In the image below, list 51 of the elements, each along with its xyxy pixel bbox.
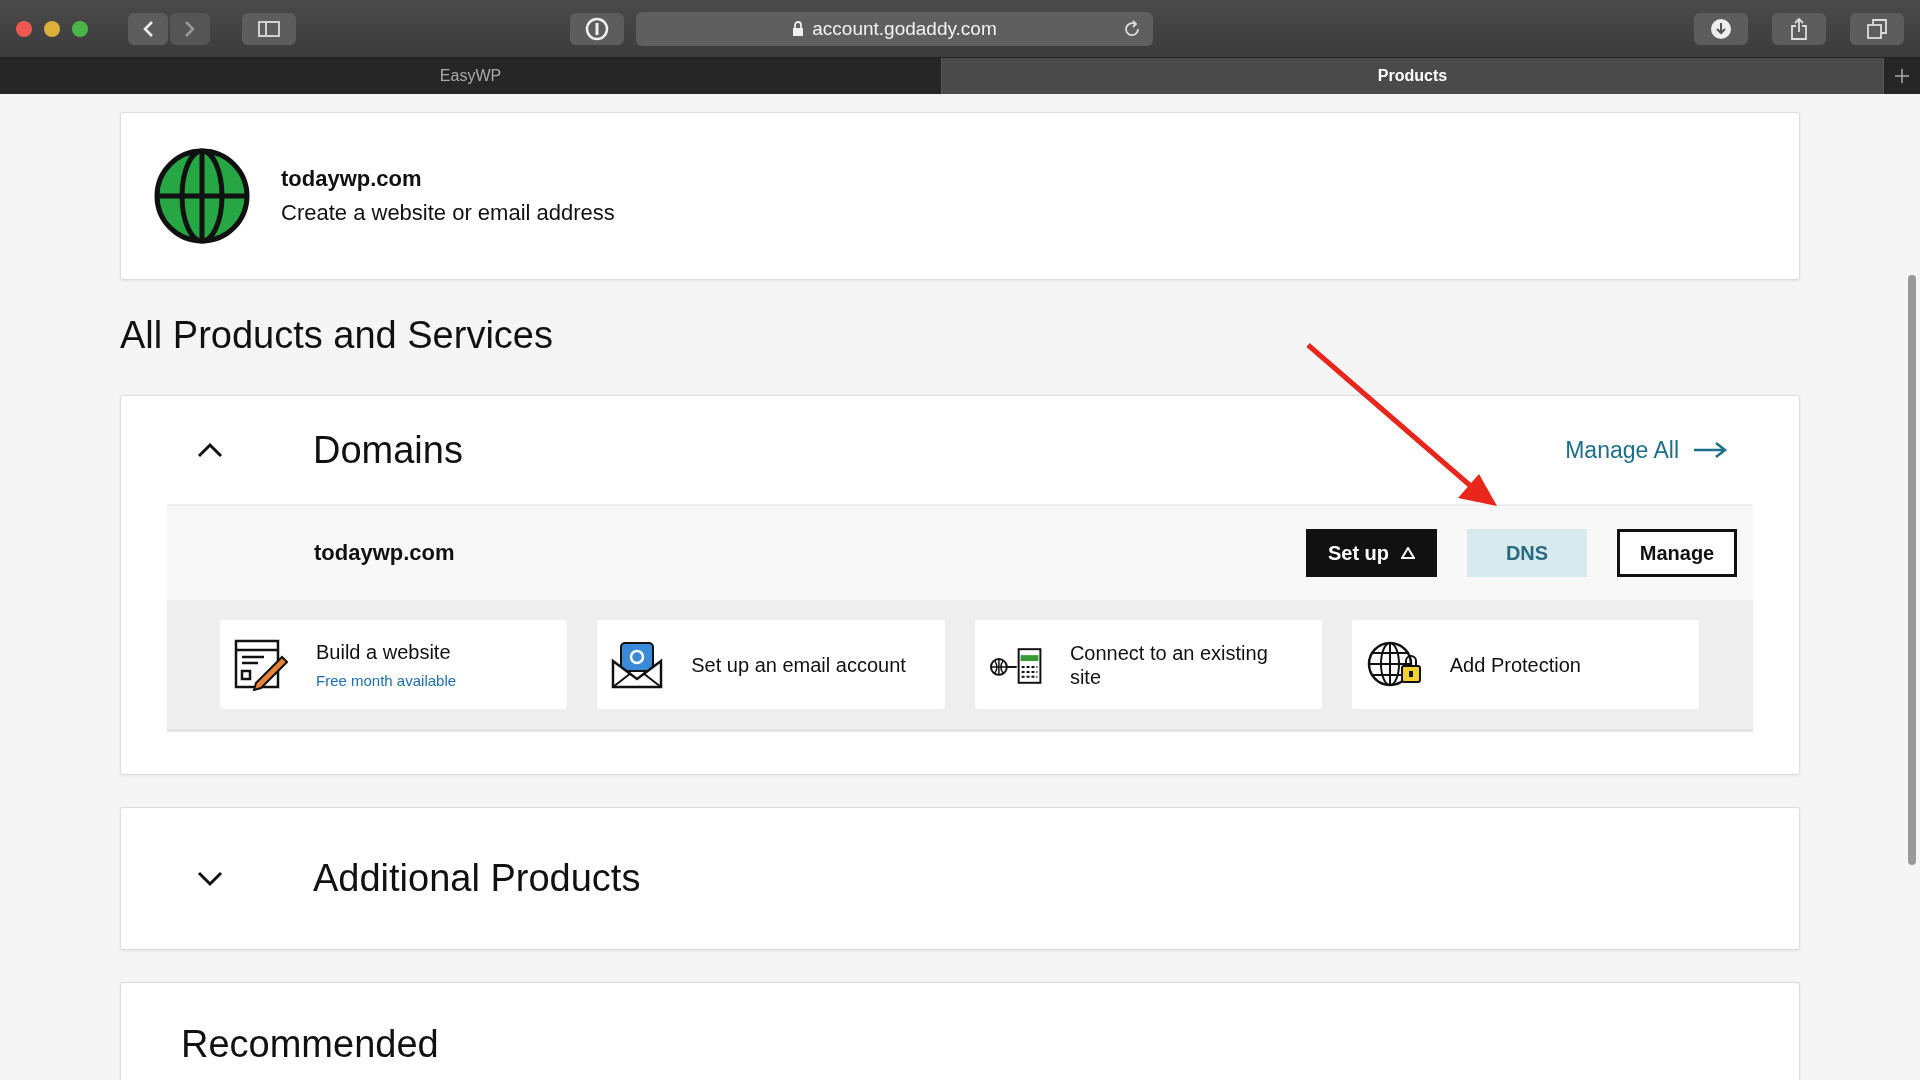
free-month-link[interactable]: Free month available (316, 672, 457, 689)
page-heading: All Products and Services (120, 314, 554, 357)
action-title: Build a website (316, 640, 452, 664)
downloads-button[interactable] (1694, 12, 1748, 45)
action-title: Connect to an existing site (1069, 640, 1269, 689)
chevron-right-icon (184, 19, 196, 38)
action-card[interactable]: Connect to an existing site (974, 620, 1322, 709)
share-icon (1790, 17, 1808, 40)
tabs-icon (1867, 18, 1887, 39)
password-manager-button[interactable] (570, 12, 624, 45)
section-title: Recommended (181, 1023, 440, 1066)
globe-icon (153, 147, 251, 245)
action-card[interactable]: Add Protection (1351, 620, 1699, 709)
chevron-left-icon (142, 19, 154, 38)
tabs-overview-button[interactable] (1850, 12, 1904, 45)
address-bar[interactable]: account.godaddy.com (636, 11, 1153, 46)
minimize-window-icon[interactable] (44, 20, 60, 37)
forward-button[interactable] (170, 12, 210, 45)
new-tab-icon[interactable] (1894, 68, 1910, 84)
chevron-down-icon[interactable] (197, 870, 223, 887)
padlock-icon (792, 20, 805, 37)
circle-bar-icon (585, 16, 609, 41)
domain-name: todaywp.com (314, 540, 456, 566)
share-button[interactable] (1772, 12, 1826, 45)
domain-subtitle: Create a website or email address (281, 200, 615, 226)
action-card[interactable]: Build a website Free month available (220, 620, 568, 709)
page-and-pencil-icon (234, 638, 288, 691)
scrollbar[interactable] (1908, 275, 1916, 865)
zoom-window-icon[interactable] (72, 20, 88, 37)
reload-icon[interactable] (1123, 19, 1141, 38)
close-window-icon[interactable] (16, 20, 32, 37)
domain-name: todaywp.com (281, 166, 423, 192)
back-button[interactable] (128, 12, 168, 45)
url-text: account.godaddy.com (812, 17, 997, 40)
manage-all-link[interactable]: Manage All (1565, 436, 1727, 464)
section-title: Additional Products (313, 857, 642, 900)
section-title: Domains (313, 428, 464, 472)
setup-button[interactable]: Set up (1306, 529, 1437, 577)
download-icon (1710, 17, 1732, 40)
arrow-right-icon (1693, 441, 1727, 459)
dns-button[interactable]: DNS (1467, 529, 1587, 577)
chevron-up-icon[interactable] (197, 442, 223, 458)
action-title: Add Protection (1449, 652, 1581, 677)
sidebar-button[interactable] (242, 12, 296, 45)
action-card[interactable]: Set up an email account (597, 620, 945, 709)
sidebar-icon (258, 20, 280, 37)
triangle-icon (1401, 547, 1416, 559)
envelope-icon (611, 640, 664, 689)
manage-button[interactable]: Manage (1617, 529, 1737, 577)
action-title: Set up an email account (691, 652, 906, 677)
browser-tab[interactable]: Products (942, 58, 1884, 94)
